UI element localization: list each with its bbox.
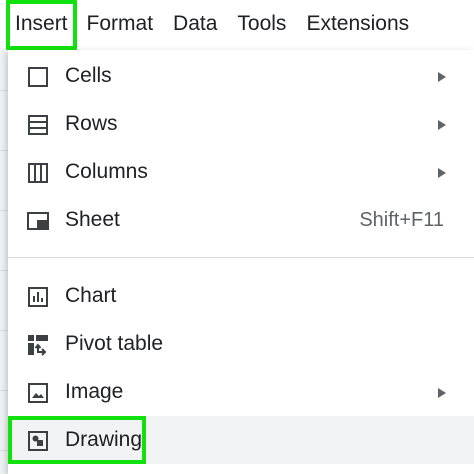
menu-format[interactable]: Format [77,0,164,50]
grid-line [0,90,8,91]
menu-insert[interactable]: Insert [6,0,77,50]
submenu-arrow-icon [438,388,446,398]
menu-item-label: Columns [65,160,148,183]
menu-item-columns[interactable]: Columns [8,148,474,196]
menu-item-chart[interactable]: Chart [8,272,474,320]
grid-line [0,210,8,211]
menu-item-label: Rows [65,112,118,135]
screenshot-stage: Insert Format Data Tools Extensions Cell… [0,0,474,474]
menu-item-rows[interactable]: Rows [8,100,474,148]
menu-item-label: Drawing [65,428,143,451]
menu-item-label: Image [65,380,124,403]
submenu-arrow-icon [438,120,446,130]
image-icon [26,381,50,405]
grid-line [0,150,8,151]
menu-data[interactable]: Data [163,0,227,50]
menu-item-pivot-table[interactable]: Pivot table [8,320,474,368]
chart-icon [26,285,50,309]
menu-item-label: Chart [65,284,117,307]
rows-icon [26,113,50,137]
shortcut-label: Shift+F11 [359,208,444,231]
pivot-table-icon [26,333,50,357]
drawing-icon [26,429,50,453]
insert-dropdown-menu: Cells Rows Columns Sheet Shift+F11 Chart… [8,50,474,474]
grid-line [0,330,8,331]
menu-item-label: Pivot table [65,332,164,355]
menu-tools[interactable]: Tools [227,0,296,50]
menu-item-cells[interactable]: Cells [8,52,474,100]
sheet-icon [26,209,50,233]
submenu-arrow-icon [438,168,446,178]
menu-item-drawing[interactable]: Drawing [8,416,474,464]
menu-item-label: Sheet [65,208,120,231]
menu-bar: Insert Format Data Tools Extensions [0,0,474,50]
grid-line [0,270,8,271]
grid-line [0,390,8,391]
menu-item-sheet[interactable]: Sheet Shift+F11 [8,196,474,244]
menu-extensions[interactable]: Extensions [296,0,419,50]
menu-divider [8,257,474,258]
menu-item-label: Cells [65,64,112,87]
submenu-arrow-icon [438,72,446,82]
grid-line [0,450,8,451]
columns-icon [26,161,50,185]
square-outline-icon [26,65,50,89]
menu-item-image[interactable]: Image [8,368,474,416]
